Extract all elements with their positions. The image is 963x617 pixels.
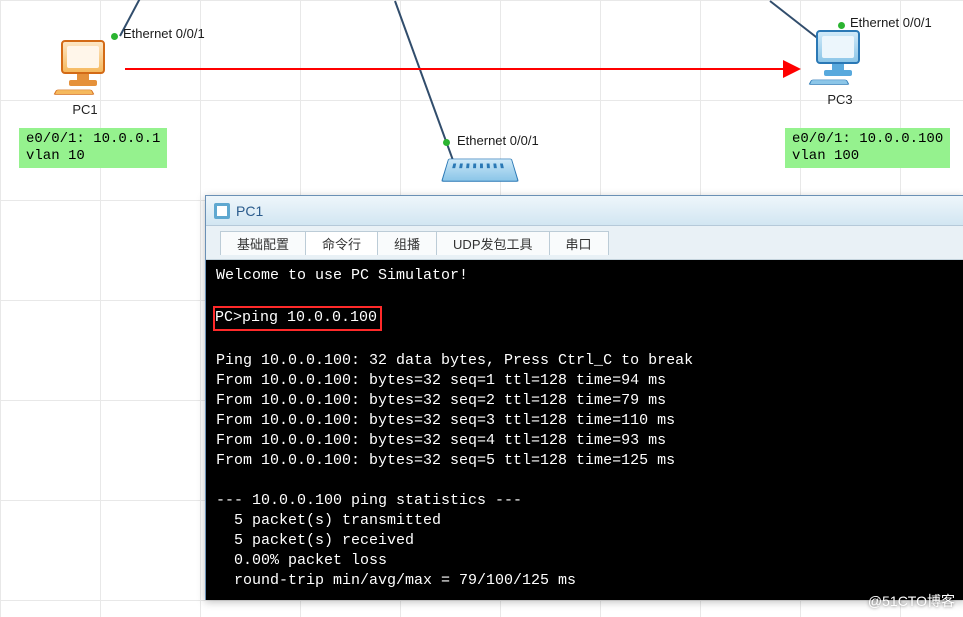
port-dot-icon (443, 139, 450, 146)
port-label-pc1: Ethernet 0/0/1 (123, 26, 205, 41)
app-icon (214, 203, 230, 219)
switch-icon (441, 159, 519, 182)
terminal-line: Welcome to use PC Simulator! (216, 267, 468, 284)
device-pc1[interactable]: Ethernet 0/0/1 PC1 (55, 40, 115, 117)
info-line: e0/0/1: 10.0.0.1 (26, 131, 160, 148)
terminal-line: From 10.0.0.100: bytes=32 seq=5 ttl=128 … (216, 452, 675, 469)
tab-command-line[interactable]: 命令行 (305, 231, 378, 255)
terminal-line: --- 10.0.0.100 ping statistics --- (216, 492, 522, 509)
info-line: vlan 10 (26, 148, 160, 165)
terminal-line: 5 packet(s) received (216, 532, 414, 549)
terminal-line: From 10.0.0.100: bytes=32 seq=4 ttl=128 … (216, 432, 666, 449)
terminal-line: Ping 10.0.0.100: 32 data bytes, Press Ct… (216, 352, 693, 369)
terminal-line: 5 packet(s) transmitted (216, 512, 441, 529)
port-label-switch: Ethernet 0/0/1 (457, 133, 539, 148)
terminal-line: 0.00% packet loss (216, 552, 387, 569)
pc-icon (810, 30, 870, 80)
info-card-pc1: e0/0/1: 10.0.0.1 vlan 10 (19, 128, 167, 168)
tab-udp-tool[interactable]: UDP发包工具 (436, 231, 549, 255)
port-label-pc3: Ethernet 0/0/1 (850, 15, 932, 30)
tab-bar: 基础配置 命令行 组播 UDP发包工具 串口 (206, 226, 963, 260)
terminal-line: From 10.0.0.100: bytes=32 seq=2 ttl=128 … (216, 392, 666, 409)
device-label-pc1: PC1 (55, 102, 115, 117)
info-line: vlan 100 (792, 148, 943, 165)
prompt: PC> (215, 309, 242, 326)
port-dot-icon (838, 22, 845, 29)
window-title: PC1 (236, 203, 263, 219)
terminal-line: From 10.0.0.100: bytes=32 seq=3 ttl=128 … (216, 412, 675, 429)
pc-icon (55, 40, 115, 90)
tab-serial[interactable]: 串口 (549, 231, 609, 255)
device-label-pc3: PC3 (810, 92, 870, 107)
flow-arrow-head (783, 60, 801, 78)
command-highlight: PC>ping 10.0.0.100 (213, 306, 382, 331)
terminal-line: From 10.0.0.100: bytes=32 seq=1 ttl=128 … (216, 372, 666, 389)
port-dot-icon (111, 33, 118, 40)
tab-basic-config[interactable]: 基础配置 (220, 231, 306, 255)
command-text: ping 10.0.0.100 (242, 309, 377, 326)
terminal-output[interactable]: Welcome to use PC Simulator! PC>ping 10.… (206, 260, 963, 600)
flow-arrow-line (125, 68, 785, 70)
device-pc3[interactable]: Ethernet 0/0/1 PC3 (810, 30, 870, 107)
window-title-bar[interactable]: PC1 (206, 196, 963, 226)
info-line: e0/0/1: 10.0.0.100 (792, 131, 943, 148)
info-card-pc3: e0/0/1: 10.0.0.100 vlan 100 (785, 128, 950, 168)
watermark: @51CTO博客 (868, 591, 955, 611)
tab-multicast[interactable]: 组播 (377, 231, 437, 255)
pc-simulator-window: PC1 基础配置 命令行 组播 UDP发包工具 串口 Welcome to us… (205, 195, 963, 600)
device-switch[interactable]: Ethernet 0/0/1 (445, 155, 515, 183)
terminal-line: round-trip min/avg/max = 79/100/125 ms (216, 572, 576, 589)
